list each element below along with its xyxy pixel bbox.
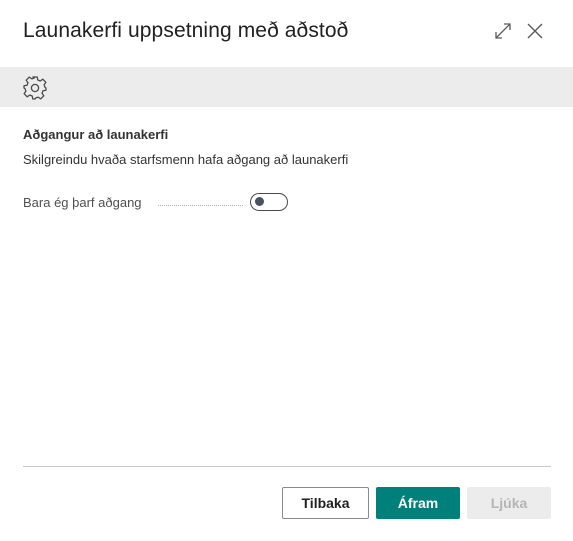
footer-divider xyxy=(23,466,551,467)
section-description: Skilgreindu hvaða starfsmenn hafa aðgang… xyxy=(23,152,349,167)
only-me-access-toggle[interactable] xyxy=(250,193,288,211)
back-button[interactable]: Tilbaka xyxy=(282,487,369,519)
access-field-label: Bara ég þarf aðgang xyxy=(23,195,142,210)
gear-icon[interactable] xyxy=(22,75,48,101)
access-field-row: Bara ég þarf aðgang xyxy=(23,193,293,213)
close-icon[interactable] xyxy=(524,20,546,42)
field-leader-dots xyxy=(158,205,243,206)
dialog-title: Launakerfi uppsetning með aðstoð xyxy=(23,19,349,42)
section-title: Aðgangur að launakerfi xyxy=(23,127,169,142)
expand-icon[interactable] xyxy=(492,20,514,42)
next-button[interactable]: Áfram xyxy=(376,487,460,519)
assisted-setup-dialog: Launakerfi uppsetning með aðstoð Aðgangu… xyxy=(0,0,573,541)
toggle-knob xyxy=(255,197,264,206)
finish-button[interactable]: Ljúka xyxy=(467,487,551,519)
action-bar xyxy=(0,67,573,107)
